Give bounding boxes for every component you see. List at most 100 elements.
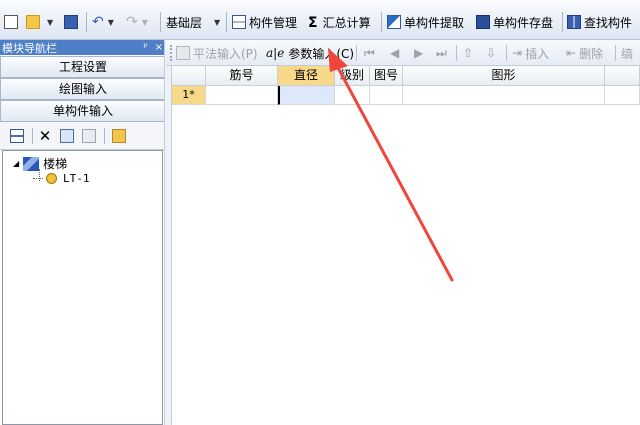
toolbar-divider: [381, 12, 382, 32]
table-cell-diameter[interactable]: [278, 86, 335, 105]
save-icon: [64, 15, 78, 29]
truncated-button[interactable]: 缟: [621, 44, 633, 62]
prev-record-button[interactable]: ◀: [390, 44, 399, 62]
nav-toolbar: ✕: [0, 122, 166, 150]
clipboard-icon[interactable]: [112, 129, 126, 143]
table-cell-shape[interactable]: [403, 86, 605, 105]
toolbar-divider: [506, 45, 507, 61]
insert-button[interactable]: ⇥ 插入: [512, 44, 549, 62]
undo-icon: ↶: [92, 14, 104, 30]
single-save-label: 单构件存盘: [493, 15, 554, 30]
single-extract-button[interactable]: 单构件提取: [387, 12, 464, 32]
nav-tools-divider: [104, 128, 105, 144]
stairs-icon: [23, 156, 40, 171]
column-header-shape[interactable]: 图形: [403, 66, 605, 86]
chevron-down-icon: ▼: [214, 17, 221, 27]
delete-row-icon: ⇤: [566, 46, 577, 60]
main-toolbar: ▼ ↶ ▼ ↷ ▼ 基础层 ▼ 构件管理 Σ 汇总计算 单构件提取 单构件存盘 查找构件: [0, 0, 640, 40]
delete-row-label: 删除: [579, 46, 604, 61]
toolbar-divider: [562, 12, 563, 32]
move-up-button[interactable]: ⇧: [463, 44, 473, 62]
tree-connector: [33, 178, 43, 179]
component-tree: ◢ 楼梯 LT-1: [2, 150, 163, 425]
toolbar-grip[interactable]: [170, 45, 173, 61]
insert-label: 插入: [525, 46, 550, 61]
floor-dropdown[interactable]: 基础层 ▼: [166, 12, 220, 32]
component-gear-icon: [46, 173, 57, 184]
toolbar-divider: [456, 45, 457, 61]
tree-node-lt1[interactable]: LT-1: [33, 172, 90, 185]
rebar-grid: 筋号 直径(mm) 级别 图号 图形 1*: [172, 66, 640, 425]
last-record-button[interactable]: ⏭: [436, 44, 447, 62]
param-input-button[interactable]: a|e 参数输入(C): [266, 44, 354, 62]
table-cell-extra[interactable]: [605, 86, 640, 105]
folder-icon: [26, 15, 40, 29]
delete-icon[interactable]: ✕: [38, 129, 52, 144]
component-manage-button[interactable]: 构件管理: [232, 12, 297, 32]
flat-input-button[interactable]: 平法输入(P): [176, 44, 258, 62]
tree-node-stairs[interactable]: ◢ 楼梯: [13, 155, 67, 172]
chevron-down-icon: ▼: [141, 17, 148, 27]
prev-icon: ◀: [390, 46, 400, 60]
redo-icon: ↷: [126, 14, 138, 30]
next-record-button[interactable]: ▶: [414, 44, 423, 62]
table-cell-figure-no[interactable]: [370, 86, 403, 105]
close-icon[interactable]: ×: [155, 42, 163, 53]
input-toolbar: 平法输入(P) a|e 参数输入(C) ⏮ ◀ ▶ ⏭ ⇧ ⇩ ⇥ 插入 ⇤ 删除 缟: [166, 40, 640, 66]
copy-icon[interactable]: [60, 129, 74, 143]
column-header-grade[interactable]: 级别: [335, 66, 370, 86]
extract-icon: [387, 15, 401, 29]
tree-node-label: 楼梯: [43, 157, 68, 171]
nav-panel-title: 模块导航栏: [2, 41, 57, 55]
nav-panel-header: 模块导航栏 ᵖ ×: [0, 40, 166, 55]
nav-section-single-input[interactable]: 单构件输入: [0, 100, 166, 122]
find-component-button[interactable]: 查找构件: [567, 12, 632, 32]
column-header-extra: [605, 66, 640, 86]
find-component-label: 查找构件: [584, 15, 633, 30]
save-button[interactable]: [64, 12, 81, 32]
column-header-figure-no[interactable]: 图号: [370, 66, 403, 86]
toolbar-divider: [356, 45, 357, 61]
new-component-icon[interactable]: [10, 129, 24, 143]
toolbar-divider: [86, 12, 87, 32]
disk-icon: [476, 15, 490, 29]
first-icon: ⏮: [364, 45, 375, 60]
delete-row-button[interactable]: ⇤ 删除: [566, 44, 603, 62]
new-file-icon: [4, 15, 18, 29]
floor-dropdown-value: 基础层: [166, 15, 203, 30]
insert-icon: ⇥: [512, 46, 523, 60]
summary-calc-label: 汇总计算: [322, 15, 371, 30]
first-record-button[interactable]: ⏮: [364, 44, 375, 62]
column-header-diameter[interactable]: 直径(mm): [278, 66, 335, 101]
tree-node-label: LT-1: [63, 172, 90, 185]
row-header[interactable]: 1*: [172, 86, 206, 105]
next-icon: ▶: [414, 46, 424, 60]
pin-icon[interactable]: ᵖ: [143, 42, 147, 53]
toolbar-divider: [615, 45, 616, 61]
nav-section-drawing-input[interactable]: 绘图输入: [0, 78, 166, 100]
paste-icon[interactable]: [82, 129, 96, 143]
undo-button[interactable]: ↶ ▼: [92, 12, 114, 32]
redo-button[interactable]: ↷ ▼: [126, 12, 148, 32]
new-file-button[interactable]: [4, 12, 21, 32]
open-file-button[interactable]: ▼: [26, 12, 53, 32]
collapse-icon[interactable]: ◢: [13, 159, 19, 168]
table-cell-grade[interactable]: [335, 86, 370, 105]
table-cell-bar-number[interactable]: [206, 86, 278, 105]
pane-splitter[interactable]: [164, 40, 172, 425]
toolbar-divider: [160, 12, 161, 32]
chevron-down-icon: ▼: [107, 17, 114, 27]
param-input-icon: a|e: [266, 46, 285, 60]
component-manage-icon: [232, 15, 246, 29]
grid-corner: [172, 66, 206, 86]
chevron-down-icon: ▼: [47, 17, 54, 27]
column-header-bar-number[interactable]: 筋号: [206, 66, 278, 86]
nav-section-project-settings[interactable]: 工程设置: [0, 56, 166, 78]
single-save-button[interactable]: 单构件存盘: [476, 12, 553, 32]
last-icon: ⏭: [436, 45, 447, 60]
tree-connector: [39, 169, 40, 181]
find-icon: [567, 15, 581, 29]
move-down-button[interactable]: ⇩: [486, 44, 496, 62]
truncated-label: 缟: [621, 46, 634, 61]
summary-calc-button[interactable]: Σ 汇总计算: [308, 12, 371, 32]
